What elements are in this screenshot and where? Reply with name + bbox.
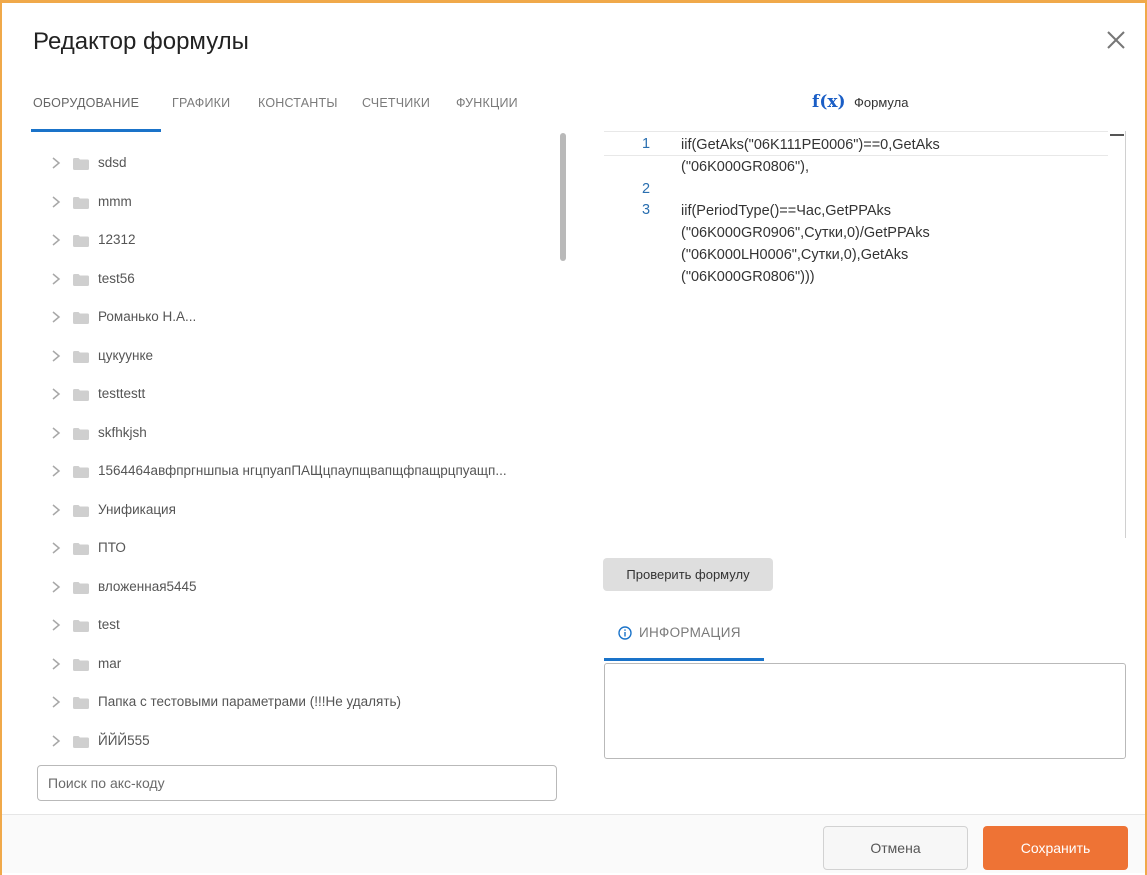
tree-item[interactable]: Унификация: [35, 491, 560, 529]
close-icon: [1107, 31, 1125, 49]
tree-item-label: sdsd: [98, 155, 127, 170]
aks-code-search-input[interactable]: [38, 766, 556, 800]
folder-icon: [73, 581, 89, 594]
folder-icon: [73, 389, 89, 401]
tree-item-label: test56: [98, 270, 135, 286]
line-number: 1: [642, 136, 651, 152]
tree-item-label: ПТО: [98, 540, 126, 555]
folder-icon: [73, 273, 89, 286]
tree-item[interactable]: ПТО: [35, 529, 560, 567]
active-tab-indicator: [31, 129, 161, 132]
chevron-right-icon[interactable]: [50, 580, 62, 593]
tab-information[interactable]: ИНФОРМАЦИЯ: [604, 614, 764, 661]
folder-icon: [73, 504, 89, 517]
dialog-title: Редактор формулы: [33, 28, 249, 55]
tree-item-label: Романько Н.А...: [98, 309, 197, 324]
folder-icon: [73, 312, 89, 324]
tree-item[interactable]: test56: [35, 260, 560, 298]
folder-icon: [73, 735, 89, 748]
tree-item-label: testtestt: [98, 386, 146, 401]
window-frame-left: [0, 0, 2, 875]
tree-item[interactable]: ЙЙЙ555: [35, 722, 560, 753]
code-line[interactable]: iif(GetAks("06K111PE0006")==0,GetAks ("0…: [681, 134, 940, 178]
chevron-right-icon[interactable]: [50, 542, 62, 554]
tab-equipment[interactable]: ОБОРУДОВАНИЕ: [33, 96, 139, 110]
folder-icon: [73, 543, 89, 555]
tree-item-label: Папка с тестовыми параметрами (!!!Не уда…: [98, 694, 402, 709]
close-button[interactable]: [1102, 26, 1130, 54]
tab-functions[interactable]: ФУНКЦИИ: [456, 96, 518, 110]
category-tabs: ОБОРУДОВАНИЕ ГРАФИКИ КОНСТАНТЫ СЧЕТЧИКИ …: [31, 88, 552, 132]
tree-item[interactable]: sdsd: [35, 144, 560, 182]
tree-item[interactable]: вложенная5445: [35, 568, 560, 606]
line-number: 3: [642, 202, 651, 218]
folder-icon: [73, 158, 89, 170]
tree-item-label: mar: [98, 655, 122, 671]
folder-icon: [73, 235, 89, 247]
tree-item[interactable]: Романько Н.А...: [35, 298, 560, 336]
chevron-right-icon[interactable]: [50, 657, 62, 670]
tree-item[interactable]: 12312: [35, 221, 560, 259]
tree-item-label: mmm: [98, 193, 132, 209]
information-output: [604, 663, 1126, 759]
chevron-right-icon[interactable]: [50, 349, 62, 362]
editor-scroll-marker: [1110, 134, 1124, 136]
check-formula-button[interactable]: Проверить формулу: [603, 558, 773, 591]
chevron-right-icon[interactable]: [50, 465, 62, 477]
formula-editor[interactable]: 1 iif(GetAks("06K111PE0006")==0,GetAks (…: [604, 131, 1126, 538]
tree-item[interactable]: testtestt: [35, 375, 560, 413]
tab-graphs[interactable]: ГРАФИКИ: [172, 96, 230, 110]
active-tab-indicator: [604, 658, 764, 661]
window-frame-top: [0, 0, 1147, 3]
tree-item-label: Унификация: [98, 501, 176, 517]
chevron-right-icon[interactable]: [50, 388, 62, 400]
chevron-right-icon[interactable]: [50, 157, 62, 169]
chevron-right-icon[interactable]: [50, 234, 62, 246]
folder-icon: [73, 620, 89, 632]
chevron-right-icon[interactable]: [50, 696, 62, 708]
chevron-right-icon[interactable]: [50, 272, 62, 285]
chevron-right-icon[interactable]: [50, 426, 62, 439]
tree-item-label: цукуунке: [98, 347, 154, 363]
info-icon: [618, 626, 632, 640]
tree-item[interactable]: Папка с тестовыми параметрами (!!!Не уда…: [35, 683, 560, 721]
chevron-right-icon[interactable]: [50, 503, 62, 516]
tree-item[interactable]: test: [35, 606, 560, 644]
folder-icon: [73, 466, 89, 478]
save-button[interactable]: Сохранить: [983, 826, 1128, 870]
tree-item-label: test: [98, 617, 120, 632]
tree-item[interactable]: mar: [35, 645, 560, 683]
tab-counters[interactable]: СЧЕТЧИКИ: [362, 96, 430, 110]
code-line[interactable]: iif(PeriodType()==Час,GetPPAks ("06K000G…: [681, 200, 930, 288]
formula-header: f(x) Формула: [812, 92, 908, 112]
folder-icon: [73, 697, 89, 709]
chevron-right-icon[interactable]: [50, 619, 62, 631]
tree-item-label: 1564464авфпргншпыа нгцпуапПАЩцпаупщвапщф…: [98, 463, 507, 478]
tree-item-label: ЙЙЙ555: [98, 732, 150, 748]
tree-item[interactable]: skfhkjsh: [35, 414, 560, 452]
folder-icon: [73, 350, 89, 363]
line-number: 2: [642, 181, 651, 197]
formula-label: Формула: [854, 94, 909, 110]
cancel-button[interactable]: Отмена: [823, 826, 968, 870]
tree-item-label: вложенная5445: [98, 578, 197, 594]
tree-item[interactable]: 1564464авфпргншпыа нгцпуапПАЩцпаупщвапщф…: [35, 452, 560, 490]
folder-icon: [73, 658, 89, 671]
function-icon: f(x): [812, 92, 846, 112]
folder-icon: [73, 196, 89, 209]
chevron-right-icon[interactable]: [50, 195, 62, 208]
tree-item[interactable]: цукуунке: [35, 337, 560, 375]
chevron-right-icon[interactable]: [50, 311, 62, 323]
tree-item-label: 12312: [98, 232, 136, 247]
tree-item-label: skfhkjsh: [98, 424, 147, 440]
search-field: [37, 765, 557, 801]
tree-scrollbar[interactable]: [560, 133, 566, 261]
equipment-tree: sdsd mmm 12312 test56 Романько Н.А... цукуунк…: [35, 134, 560, 752]
folder-icon: [73, 427, 89, 440]
dialog-footer: [2, 815, 1145, 873]
information-tab-label: ИНФОРМАЦИЯ: [639, 625, 741, 640]
tab-constants[interactable]: КОНСТАНТЫ: [258, 96, 338, 110]
tree-item[interactable]: mmm: [35, 183, 560, 221]
chevron-right-icon[interactable]: [50, 734, 62, 747]
